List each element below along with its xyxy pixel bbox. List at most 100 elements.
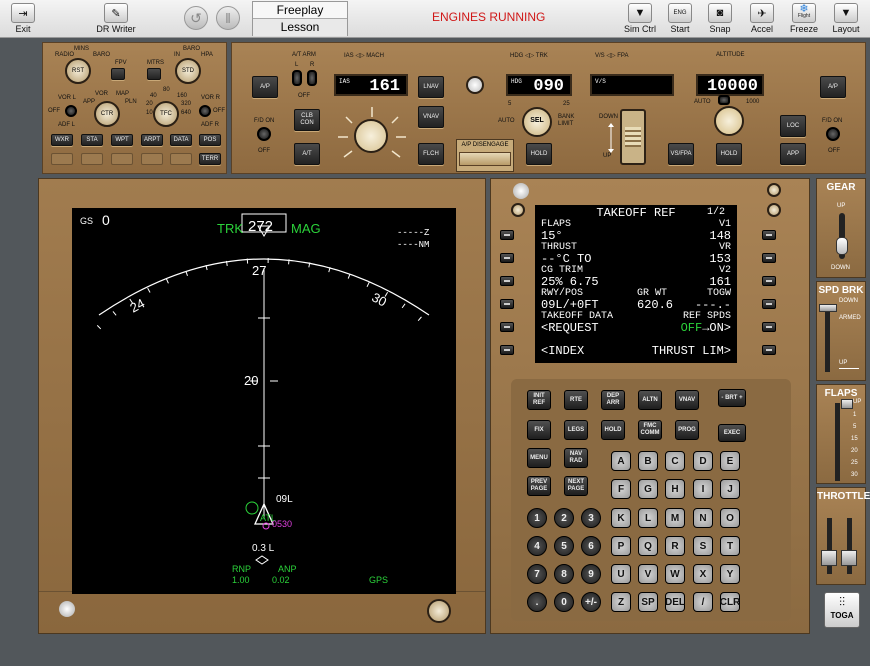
alpha-key[interactable]: Z xyxy=(611,592,631,612)
flch-button[interactable]: FLCH xyxy=(418,143,444,165)
cdu-func-key[interactable]: FIX xyxy=(527,420,551,440)
alpha-key[interactable]: N xyxy=(693,508,713,528)
mins-knob[interactable]: RST xyxy=(65,58,91,84)
fd-left-switch[interactable] xyxy=(257,127,271,141)
reset-button[interactable]: ↺ xyxy=(184,6,208,30)
layout-button[interactable]: ▼ Layout xyxy=(829,3,863,34)
sim-ctrl-button[interactable]: ▼ Sim Ctrl xyxy=(622,3,658,34)
line-select-key-left-3[interactable] xyxy=(500,276,514,286)
alpha-key[interactable]: D xyxy=(693,451,713,471)
vor-adf-right-switch[interactable] xyxy=(199,105,211,117)
alpha-key[interactable]: W xyxy=(665,564,685,584)
numeric-key[interactable]: 1 xyxy=(527,508,547,528)
cdu-func-key[interactable]: PREV PAGE xyxy=(527,476,551,496)
line-select-key-right-5[interactable] xyxy=(762,322,776,332)
cdu-func-key[interactable]: FMC COMM xyxy=(638,420,662,440)
numeric-key[interactable]: 0 xyxy=(554,592,574,612)
nd-brightness-knob[interactable] xyxy=(427,599,451,623)
alpha-key[interactable]: E xyxy=(720,451,740,471)
dr-writer-button[interactable]: ✎ DR Writer xyxy=(96,3,136,34)
flaps-lever[interactable] xyxy=(841,399,853,409)
throttle-right[interactable] xyxy=(841,550,857,566)
alpha-key[interactable]: C xyxy=(665,451,685,471)
tab-lesson[interactable]: Lesson xyxy=(253,19,347,36)
throttle-left[interactable] xyxy=(821,550,837,566)
numeric-key[interactable]: 7 xyxy=(527,564,547,584)
cdu-func-key[interactable]: INIT REF xyxy=(527,390,551,410)
light-button[interactable] xyxy=(466,76,484,94)
hdg-selector-knob[interactable]: SEL xyxy=(522,107,552,137)
line-select-key-left-2[interactable] xyxy=(500,253,514,263)
line-select-key-right-4[interactable] xyxy=(762,299,776,309)
line-select-key-right-2[interactable] xyxy=(762,253,776,263)
blank-button[interactable] xyxy=(170,153,192,165)
cdu-func-key[interactable]: DEP ARR xyxy=(601,390,625,410)
ap-left-button[interactable]: A/P xyxy=(252,76,278,98)
cdu-func-key[interactable]: NAV RAD xyxy=(564,448,588,468)
alpha-key[interactable]: T xyxy=(720,536,740,556)
start-button[interactable]: ENG Start xyxy=(664,3,696,34)
vnav-button[interactable]: VNAV xyxy=(418,106,444,128)
blank-button[interactable] xyxy=(111,153,133,165)
alpha-key[interactable]: K xyxy=(611,508,631,528)
line-select-key-left-4[interactable] xyxy=(500,299,514,309)
alpha-key[interactable]: / xyxy=(693,592,713,612)
fpv-button[interactable] xyxy=(111,68,125,80)
numeric-key[interactable]: 6 xyxy=(581,536,601,556)
numeric-key[interactable]: 8 xyxy=(554,564,574,584)
exec-key[interactable]: EXEC xyxy=(718,424,746,442)
cdu-func-key[interactable]: RTE xyxy=(564,390,588,410)
numeric-key[interactable]: . xyxy=(527,592,547,612)
mode-knob[interactable]: CTR xyxy=(94,101,120,127)
snap-button[interactable]: ◙ Snap xyxy=(704,3,736,34)
alpha-key[interactable]: I xyxy=(693,479,713,499)
alpha-key[interactable]: P xyxy=(611,536,631,556)
cdu-func-key[interactable]: VNAV xyxy=(675,390,699,410)
numeric-key[interactable]: +/- xyxy=(581,592,601,612)
at-arm-left-switch[interactable] xyxy=(292,70,302,86)
alpha-key[interactable]: V xyxy=(638,564,658,584)
line-select-key-left-6[interactable] xyxy=(500,345,514,355)
blank-button[interactable] xyxy=(81,153,103,165)
pause-button[interactable]: ‖ xyxy=(216,6,240,30)
vs-fpa-button[interactable]: VS/FPA xyxy=(668,143,694,165)
accel-button[interactable]: ✈ Accel xyxy=(746,3,778,34)
alpha-key[interactable]: CLR xyxy=(720,592,740,612)
baro-knob[interactable]: STD xyxy=(175,58,201,84)
at-arm-right-switch[interactable] xyxy=(307,70,317,86)
blank-button[interactable] xyxy=(51,153,73,165)
alpha-key[interactable]: DEL xyxy=(665,592,685,612)
numeric-key[interactable]: 4 xyxy=(527,536,547,556)
speedbrake-lever[interactable] xyxy=(819,304,837,312)
sta-button[interactable]: STA xyxy=(81,134,103,146)
alt-selector-knob[interactable] xyxy=(714,106,744,136)
cdu-func-key[interactable]: HOLD xyxy=(601,420,625,440)
at-button[interactable]: A/T xyxy=(294,143,320,165)
mtrs-button[interactable] xyxy=(147,68,161,80)
numeric-key[interactable]: 9 xyxy=(581,564,601,584)
alpha-key[interactable]: G xyxy=(638,479,658,499)
cdu-func-key[interactable]: LEGS xyxy=(564,420,588,440)
alpha-key[interactable]: F xyxy=(611,479,631,499)
vs-thumbwheel[interactable] xyxy=(620,109,646,165)
alpha-key[interactable]: A xyxy=(611,451,631,471)
terr-button[interactable]: TERR xyxy=(199,153,221,165)
alpha-key[interactable]: B xyxy=(638,451,658,471)
vor-adf-left-switch[interactable] xyxy=(65,105,77,117)
alpha-key[interactable]: U xyxy=(611,564,631,584)
alpha-key[interactable]: L xyxy=(638,508,658,528)
alt-hold-button[interactable]: HOLD xyxy=(716,143,742,165)
ias-selector-knob[interactable] xyxy=(354,119,388,153)
wxr-button[interactable]: WXR xyxy=(51,134,73,146)
line-select-key-right-6[interactable] xyxy=(762,345,776,355)
brightness-key[interactable]: - BRT + xyxy=(718,389,746,407)
pos-button[interactable]: POS xyxy=(199,134,221,146)
freeze-button[interactable]: ❄ Flight Freeze xyxy=(788,3,820,34)
fd-right-switch[interactable] xyxy=(826,127,840,141)
ap-disengage-bar[interactable]: A/P DISENGAGE xyxy=(456,139,514,172)
alt-increment-switch[interactable] xyxy=(718,95,730,105)
tab-freeplay[interactable]: Freeplay xyxy=(253,2,347,19)
line-select-key-right-1[interactable] xyxy=(762,230,776,240)
alpha-key[interactable]: H xyxy=(665,479,685,499)
alpha-key[interactable]: J xyxy=(720,479,740,499)
